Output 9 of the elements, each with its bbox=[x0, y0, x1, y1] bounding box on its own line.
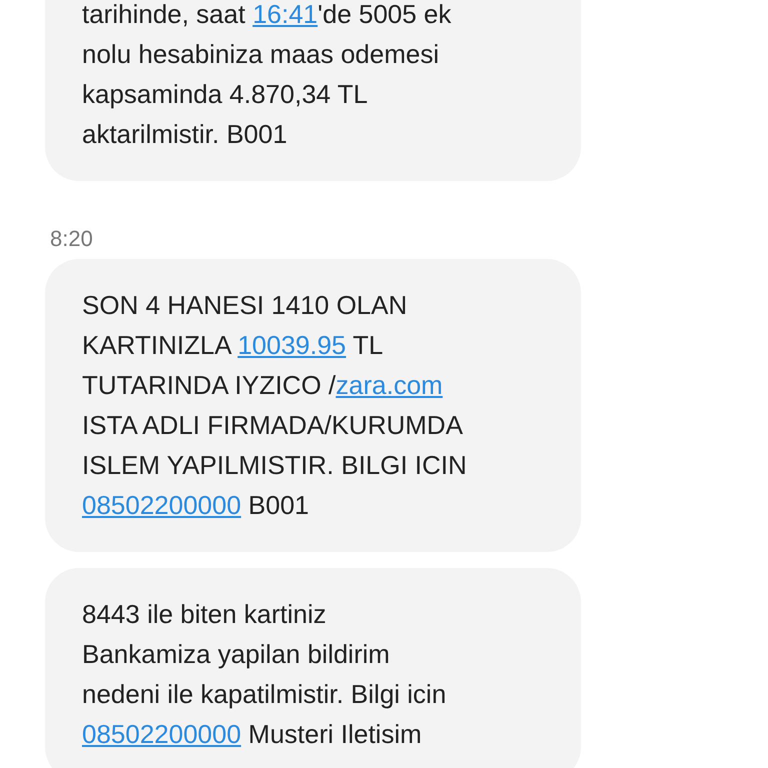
message-time: 8:20 bbox=[50, 225, 94, 253]
message-text: 8443 ile biten kartiniz Bankamiza yapilan bildirim nedeni ile kapatilmistir. Bilgi icin 08502200000 Musteri Iletisim bbox=[82, 598, 448, 751]
message-text: tarihinde, saat 16:41'de 5005 ek nolu hesabiniza maas odemesi kapsaminda 4.870,34 TL aktarilmistir. B001 bbox=[82, 0, 452, 151]
message-link[interactable]: zara.com bbox=[336, 370, 443, 400]
message-link[interactable]: 10039.95 bbox=[238, 330, 346, 360]
message-link[interactable]: 08502200000 bbox=[82, 490, 242, 520]
message-link[interactable]: 08502200000 bbox=[82, 719, 242, 749]
message-link[interactable]: 16:41 bbox=[252, 0, 318, 29]
message-text: SON 4 HANESI 1410 OLAN KARTINIZLA 10039.95 TL TUTARINDA IYZICO /zara.com ISTA ADLI FIRMADA/KURUMDA ISLEM YAPILMISTIR. BILGI ICIN 08502200000 B001 bbox=[82, 289, 468, 522]
